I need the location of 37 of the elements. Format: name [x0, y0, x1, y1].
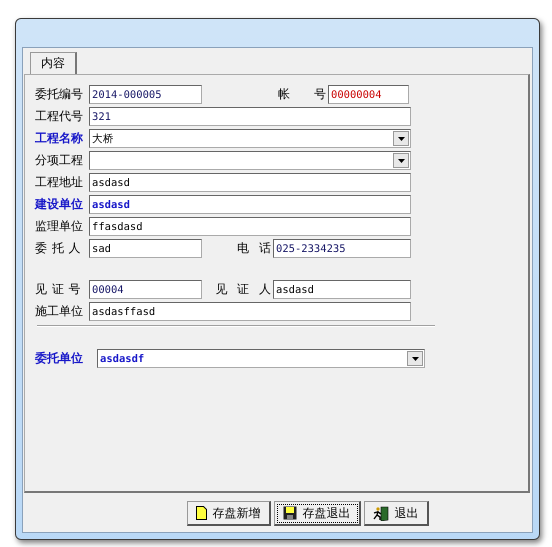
field-label: 电 话 [237, 240, 271, 257]
field-label: 分项工程 [35, 152, 84, 169]
input-field[interactable]: asdasd [89, 173, 411, 192]
input-field[interactable]: 00000004 [328, 85, 409, 104]
field-label: 工程代号 [35, 108, 84, 125]
document-icon [196, 506, 206, 520]
field-label: 工程名称 [35, 130, 84, 147]
toolbar-button[interactable]: 存盘退出 [274, 501, 360, 526]
field-label: 委托编号 [35, 86, 84, 103]
dropdown-arrow-icon [412, 356, 418, 360]
input-field[interactable]: 025-2334235 [273, 239, 411, 258]
dropdown-arrow-icon [398, 158, 404, 162]
field-label: 监理单位 [35, 218, 84, 235]
dropdown-arrow-icon [398, 136, 404, 140]
dropdown-field[interactable]: 大桥 [89, 129, 411, 148]
field-label: 工程地址 [35, 174, 84, 191]
dropdown-field[interactable] [89, 151, 411, 170]
input-field[interactable]: sad [89, 239, 202, 258]
input-field[interactable]: asdasd [89, 195, 411, 214]
toolbar-button[interactable]: 存盘新增 [186, 501, 270, 526]
input-field[interactable]: 2014-000005 [89, 85, 202, 104]
field-label: 建设单位 [35, 196, 84, 213]
tab[interactable]: 内容 [30, 52, 77, 75]
input-field[interactable]: ffasdasd [89, 217, 411, 236]
field-label: 见 证 人 [215, 281, 271, 298]
field-label: 见 证 号 [35, 281, 82, 298]
input-field[interactable]: 00004 [89, 280, 202, 299]
input-field[interactable]: 321 [89, 107, 411, 126]
field-label: 委托单位 [35, 350, 84, 367]
field-label: 施工单位 [35, 303, 84, 320]
input-field[interactable]: asdasffasd [89, 302, 411, 321]
dropdown-field[interactable]: asdasdf [97, 349, 425, 368]
field-label: 委 托 人 [35, 240, 82, 257]
field-label: 帐 号 [278, 86, 326, 103]
toolbar-button[interactable]: 退出 [364, 501, 428, 526]
input-field[interactable]: asdasd [273, 280, 411, 299]
exit-door-icon [372, 506, 388, 520]
